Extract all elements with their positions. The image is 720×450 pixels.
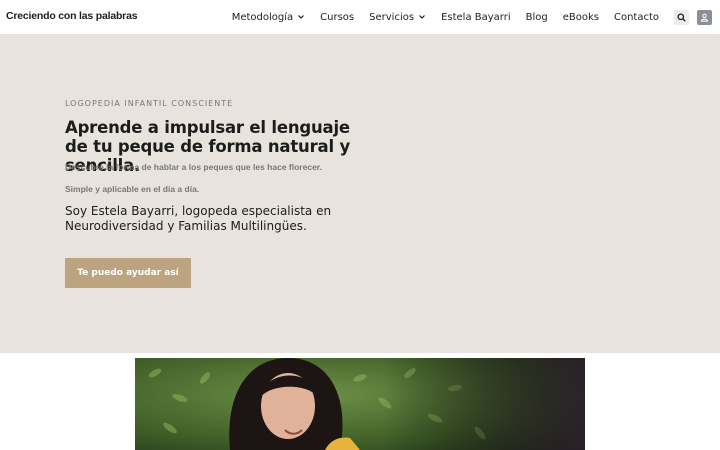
cta-button[interactable]: Te puedo ayudar así <box>65 258 191 288</box>
hero-tagline: Simple y aplicable en el día a día. <box>65 184 200 194</box>
nav-item-contacto[interactable]: Contacto <box>614 12 659 23</box>
nav-item-label: Blog <box>525 11 548 23</box>
portrait-photo <box>135 358 585 450</box>
nav-item-cursos[interactable]: Cursos <box>320 12 354 23</box>
search-icon <box>677 12 686 22</box>
main-nav: Metodología Cursos Servicios Estela Baya… <box>232 0 720 34</box>
chevron-down-icon <box>419 15 425 19</box>
hero-section: LOGOPEDIA INFANTIL CONSCIENTE Aprende a … <box>0 34 720 353</box>
nav-item-label: Servicios <box>369 11 415 23</box>
site-header: Creciendo con las palabras Metodología C… <box>0 0 720 34</box>
nav-item-label: Cursos <box>320 11 355 23</box>
hero-intro: Soy Estela Bayarri, logopeda especialist… <box>65 204 332 233</box>
search-button[interactable] <box>674 9 689 25</box>
nav-item-label: Metodología <box>231 11 294 23</box>
hero-subtitle: Descubre la forma de hablar a los peques… <box>65 162 322 172</box>
site-logo[interactable]: Creciendo con las palabras <box>6 10 138 22</box>
nav-item-ebooks[interactable]: eBooks <box>563 12 599 23</box>
nav-item-servicios[interactable]: Servicios <box>369 12 426 23</box>
nav-item-metodologia[interactable]: Metodología <box>232 12 305 23</box>
portrait-image <box>135 358 585 450</box>
nav-item-blog[interactable]: Blog <box>526 12 548 23</box>
chevron-down-icon <box>298 15 305 19</box>
hero-eyebrow: LOGOPEDIA INFANTIL CONSCIENTE <box>65 99 234 108</box>
nav-item-label: Contacto <box>613 11 659 23</box>
nav-item-label: Estela Bayarri <box>441 11 511 23</box>
user-icon <box>700 13 709 22</box>
nav-item-estela-bayarri[interactable]: Estela Bayarri <box>441 12 511 23</box>
nav-item-label: eBooks <box>562 11 599 23</box>
account-button[interactable] <box>697 9 712 25</box>
